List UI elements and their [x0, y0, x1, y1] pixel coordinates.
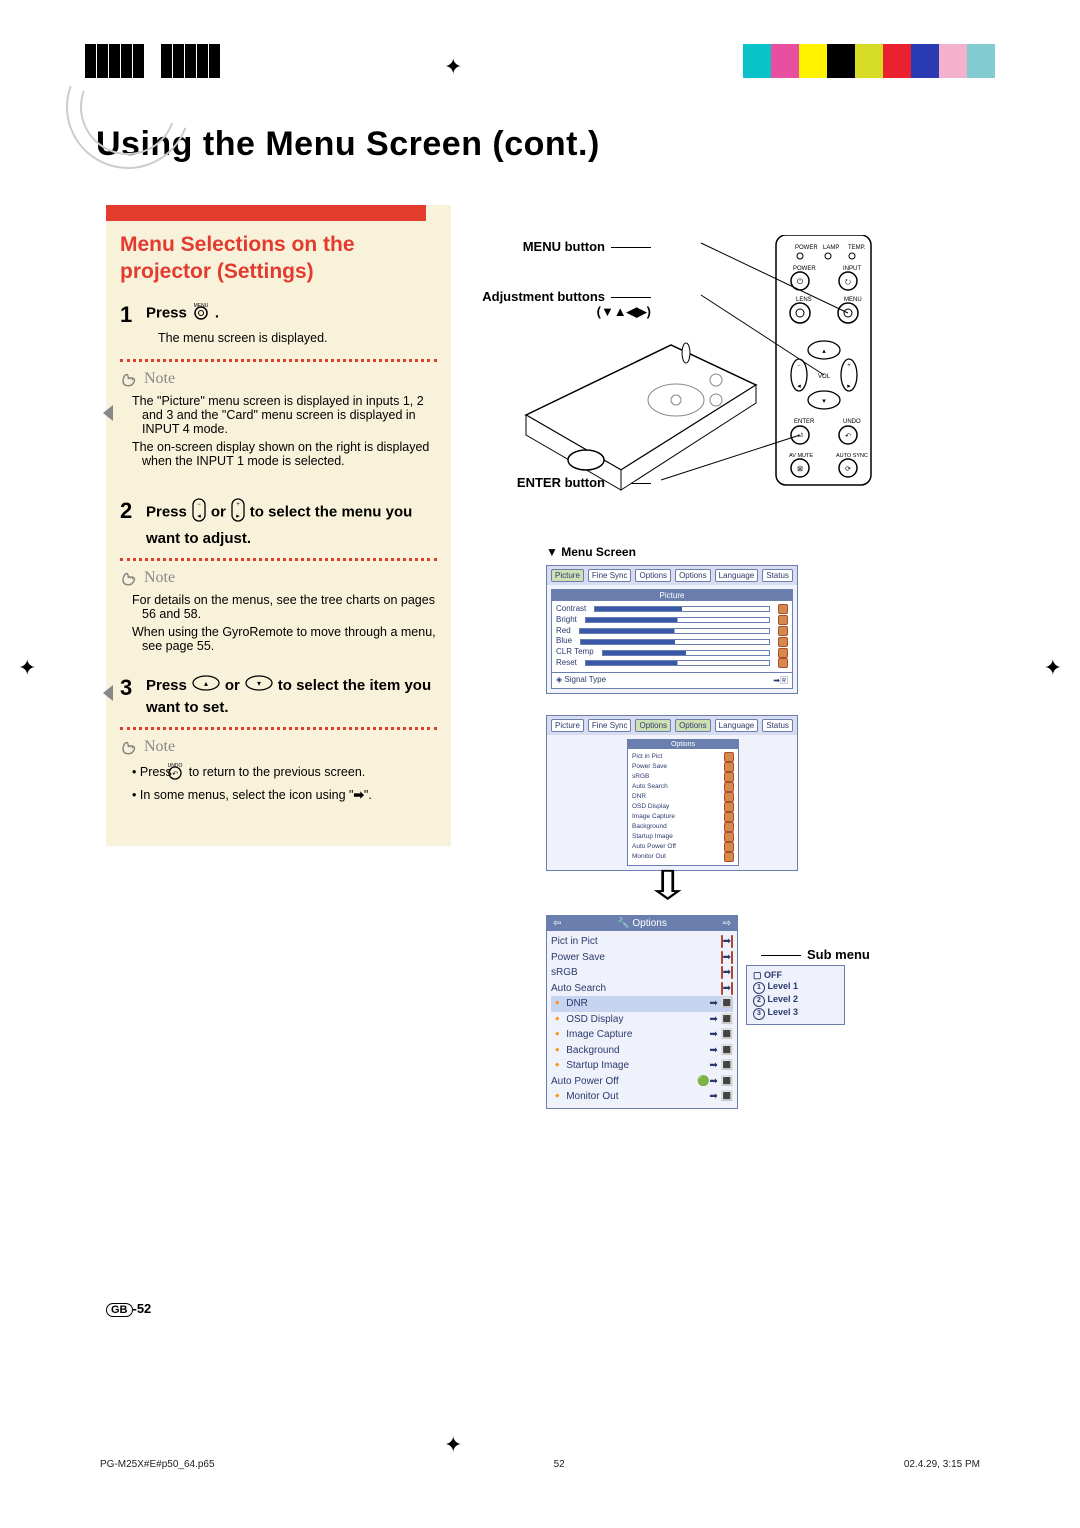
svg-text:◂: ◂ — [197, 513, 201, 520]
svg-text:⭮: ⭮ — [845, 279, 851, 286]
svg-text:⏻: ⏻ — [797, 277, 804, 286]
svg-text:AUTO SYNC: AUTO SYNC — [836, 453, 868, 459]
up-button-icon: ▴ — [191, 675, 221, 697]
device-illustration: POWER LAMP TEMP. POWER INPUT ⏻ ⭮ LENS MENU ▴… — [491, 235, 876, 505]
hand-icon — [120, 370, 138, 388]
svg-text:UNDO: UNDO — [843, 419, 861, 425]
svg-text:UNDO: UNDO — [168, 763, 183, 769]
svg-text:−: − — [797, 363, 801, 369]
step-3-note: • Press UNDO↶ to return to the previous … — [132, 762, 437, 783]
svg-text:▸: ▸ — [236, 513, 240, 520]
hand-icon — [120, 569, 138, 587]
svg-text:+: + — [847, 363, 851, 369]
crosshair-icon: ✦ — [444, 54, 462, 80]
svg-text:◂: ◂ — [797, 383, 801, 390]
svg-text:▾: ▾ — [257, 679, 261, 688]
step-3: 3 Press ▴ or ▾ to select the item you wa… — [106, 675, 451, 719]
down-button-icon: ▾ — [244, 675, 274, 697]
hand-icon — [120, 738, 138, 756]
svg-text:LENS: LENS — [796, 297, 812, 303]
svg-text:+: + — [236, 502, 240, 508]
step-2-note: For details on the menus, see the tree c… — [132, 593, 437, 621]
page-number: GB-52 — [106, 1301, 151, 1317]
svg-text:VOL: VOL — [818, 374, 831, 380]
svg-text:POWER: POWER — [793, 266, 816, 272]
step-3-note: • In some menus, select the icon using "… — [132, 787, 437, 802]
footer-page: 52 — [554, 1459, 565, 1470]
right-adjust-icon: +▸ — [230, 498, 246, 528]
flow-arrow-icon — [103, 405, 113, 421]
flow-arrow-icon — [103, 685, 113, 701]
svg-text:▸: ▸ — [847, 383, 851, 390]
step-1-text: Press — [146, 304, 191, 321]
svg-text:AV MUTE: AV MUTE — [789, 453, 813, 459]
svg-text:TEMP.: TEMP. — [848, 245, 866, 251]
footer-datetime: 02.4.29, 3:15 PM — [904, 1459, 980, 1470]
print-footer: PG-M25X#E#p50_64.p65 52 02.4.29, 3:15 PM — [100, 1459, 980, 1470]
svg-text:INPUT: INPUT — [843, 266, 861, 272]
svg-text:▾: ▾ — [822, 398, 826, 405]
menu-screen-options-small: PictureFine SyncOptionsOptionsLanguageSt… — [546, 715, 798, 871]
undo-button-icon: UNDO↶ — [175, 762, 185, 783]
svg-text:−: − — [197, 502, 201, 508]
crosshair-icon: ✦ — [444, 1432, 462, 1458]
note-heading: Note — [120, 738, 451, 756]
menu-screen-picture: PictureFine SyncOptionsOptionsLanguageSt… — [546, 565, 798, 694]
menu-screen-options-large: ⇦🔧 Options⇨ Pict in Pict ➡ Power Save ➡ … — [546, 915, 738, 1109]
note-heading: Note — [120, 569, 451, 587]
step-2: 2 Press −◂ or +▸ to select the menu you … — [106, 498, 451, 549]
label-submenu: Sub menu — [807, 947, 870, 962]
svg-text:LAMP: LAMP — [823, 245, 839, 251]
svg-text:MENU: MENU — [844, 297, 862, 303]
svg-text:↶: ↶ — [172, 771, 178, 778]
left-adjust-icon: −◂ — [191, 498, 207, 528]
step-1-note: The on-screen display shown on the right… — [132, 440, 437, 468]
menu-button-icon: MENU — [191, 302, 211, 326]
svg-text:⟳: ⟳ — [845, 466, 851, 473]
step-2-note: When using the GyroRemote to move throug… — [132, 625, 437, 653]
crosshair-icon: ✦ — [18, 655, 36, 681]
right-arrow-icon: ➡ — [353, 788, 363, 802]
svg-text:▴: ▴ — [822, 348, 826, 355]
page-title: Using the Menu Screen (cont.) — [96, 125, 876, 164]
svg-text:▴: ▴ — [204, 679, 208, 688]
flow-down-arrow-icon: ⇩ — [644, 863, 691, 909]
instructions-panel: Menu Selections on the projector (Settin… — [106, 205, 451, 846]
note-heading: Note — [120, 370, 451, 388]
svg-text:↶: ↶ — [845, 433, 851, 440]
submenu-panel: ▢ OFF1 Level 12 Level 23 Level 3 — [746, 965, 845, 1025]
menu-screen-heading: ▼ Menu Screen — [546, 545, 636, 559]
step-1-note: The "Picture" menu screen is displayed i… — [132, 394, 437, 436]
cmyk-bars — [743, 44, 995, 81]
svg-text:⊠: ⊠ — [797, 466, 803, 473]
step-1: 1 Press MENU . The menu screen is displa… — [106, 302, 451, 352]
section-title: Menu Selections on the projector (Settin… — [106, 221, 451, 296]
footer-file: PG-M25X#E#p50_64.p65 — [100, 1459, 215, 1470]
svg-text:POWER: POWER — [795, 245, 818, 251]
step-1-bullet: The menu screen is displayed. — [158, 329, 437, 347]
crosshair-icon: ✦ — [1044, 655, 1062, 681]
svg-text:ENTER: ENTER — [794, 419, 815, 425]
svg-text:MENU: MENU — [194, 303, 209, 309]
